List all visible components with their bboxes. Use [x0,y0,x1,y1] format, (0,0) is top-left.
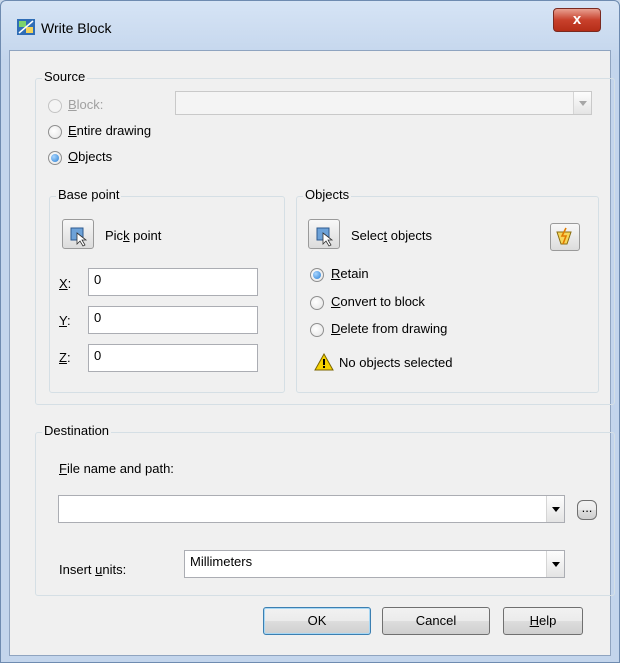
entire-drawing-label: Entire drawing [68,123,152,138]
title-bar[interactable]: Write Block x [1,1,619,41]
window-title: Write Block [41,20,112,36]
entire-drawing-radio[interactable] [48,125,62,139]
quick-select-button[interactable] [550,223,580,251]
insert-units-combo[interactable]: Millimeters [184,550,565,578]
chevron-down-icon [546,551,564,577]
file-name-label: File name and path: [59,461,174,476]
select-objects-icon [316,227,334,247]
block-radio-label: Block: [68,97,104,112]
file-path-combo[interactable] [58,495,565,523]
quick-select-icon [556,227,572,245]
destination-label: Destination [42,423,112,438]
pick-point-button[interactable] [62,219,94,249]
block-radio-label-text: lock: [76,97,104,112]
objects-radio[interactable] [48,151,62,165]
x-label: X: [59,276,72,291]
selection-status: No objects selected [339,355,453,370]
help-button[interactable]: Help [503,607,583,635]
delete-from-drawing-radio[interactable] [310,323,324,337]
x-field[interactable]: 0 [88,268,258,296]
select-objects-button[interactable] [308,219,340,249]
dialog-client: Source Block: Entire drawing Objects Bas… [9,50,615,656]
ok-button[interactable]: OK [263,607,371,635]
write-block-dialog: Write Block x Source Block: Entire drawi… [0,0,620,663]
cancel-button[interactable]: Cancel [382,607,490,635]
delete-from-drawing-label: Delete from drawing [331,321,448,336]
y-field[interactable]: 0 [88,306,258,334]
entire-drawing-label-text: ntire drawing [76,123,152,138]
base-point-label: Base point [56,187,122,202]
write-block-icon [17,19,35,35]
objects-group-label: Objects [303,187,352,202]
objects-radio-label: Objects [68,149,113,164]
insert-units-value: Millimeters [190,554,253,569]
block-radio[interactable] [48,99,62,113]
convert-to-block-label: Convert to block [331,294,425,309]
select-objects-label: Select objects [351,228,432,243]
retain-radio[interactable] [310,268,324,282]
y-label: Y: [59,313,71,328]
block-combo[interactable] [175,91,592,115]
pick-point-icon [70,227,88,247]
z-field[interactable]: 0 [88,344,258,372]
insert-units-label: Insert units: [59,562,127,577]
close-button[interactable]: x [553,8,601,32]
source-label: Source [42,69,88,84]
close-icon: x [572,11,582,28]
chevron-down-icon [546,496,564,522]
pick-point-label: Pick point [105,228,162,243]
browse-button[interactable]: ... [577,500,597,520]
retain-label: Retain [331,266,369,281]
warning-icon [314,353,334,371]
chevron-down-icon [573,92,591,114]
convert-to-block-radio[interactable] [310,296,324,310]
objects-radio-label-text: bjects [78,149,113,164]
z-label: Z: [59,350,71,365]
